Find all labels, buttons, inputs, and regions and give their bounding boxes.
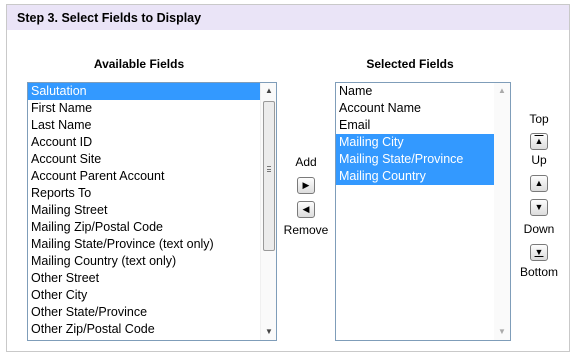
scroll-down-arrow-icon[interactable]: ▼ (494, 324, 510, 340)
available-fields-title: Available Fields (93, 57, 185, 71)
list-item[interactable]: Mailing Country (text only) (28, 253, 276, 270)
move-down-button[interactable]: ▼ (530, 199, 548, 216)
list-item[interactable]: Mailing Zip/Postal Code (28, 219, 276, 236)
available-fields-list[interactable]: Salutation First Name Last Name Account ID A… (27, 82, 277, 341)
list-item[interactable]: Mailing State/Province (336, 151, 510, 168)
arrow-down-icon: ▼ (534, 202, 544, 212)
list-item[interactable]: Other Zip/Postal Code (28, 321, 276, 338)
move-top-button[interactable]: ▲ (530, 133, 548, 150)
add-button[interactable]: ▶ (297, 177, 315, 194)
list-item[interactable]: Mailing Country (336, 168, 510, 185)
list-item[interactable]: Salutation (28, 83, 276, 100)
list-item[interactable]: Account Parent Account (28, 168, 276, 185)
list-item[interactable]: Mailing Street (28, 202, 276, 219)
list-item[interactable]: Account ID (28, 134, 276, 151)
list-item[interactable]: Other State/Province (28, 304, 276, 321)
move-bottom-icon: ▼ (534, 247, 544, 257)
list-item[interactable]: Mailing City (336, 134, 510, 151)
list-item[interactable]: First Name (28, 100, 276, 117)
down-label: Down (523, 222, 555, 236)
selected-fields-list[interactable]: Name Account Name Email Mailing City Mailing… (335, 82, 511, 341)
scroll-up-arrow-icon[interactable]: ▲ (494, 83, 510, 99)
list-item[interactable]: Last Name (28, 117, 276, 134)
list-item[interactable]: Reports To (28, 185, 276, 202)
list-item[interactable]: Account Site (28, 151, 276, 168)
field-selection-panel: Step 3. Select Fields to Display Availab… (6, 4, 570, 352)
list-item[interactable]: Account Name (336, 100, 510, 117)
scroll-thumb[interactable] (263, 101, 275, 251)
list-item[interactable]: Other City (28, 287, 276, 304)
arrow-right-icon: ▶ (302, 180, 310, 190)
move-bottom-button[interactable]: ▼ (530, 244, 548, 261)
top-label: Top (529, 112, 549, 126)
scroll-down-arrow-icon[interactable]: ▼ (261, 324, 276, 340)
list-item[interactable]: Name (336, 83, 510, 100)
selected-fields-title: Selected Fields (366, 57, 454, 71)
remove-label: Remove (283, 223, 329, 237)
move-up-button[interactable]: ▲ (530, 175, 548, 192)
arrow-left-icon: ◀ (302, 204, 310, 214)
list-item[interactable]: Email (336, 117, 510, 134)
selected-list-scrollbar[interactable]: ▲ ▼ (494, 83, 510, 340)
remove-button[interactable]: ◀ (297, 201, 315, 218)
list-item[interactable]: Other Street (28, 270, 276, 287)
list-item[interactable]: Mailing State/Province (text only) (28, 236, 276, 253)
move-top-icon: ▲ (534, 136, 544, 146)
arrow-up-icon: ▲ (534, 178, 544, 188)
add-label: Add (295, 155, 317, 169)
step-header: Step 3. Select Fields to Display (7, 5, 569, 31)
available-list-scrollbar[interactable]: ▲ ▼ (260, 83, 276, 340)
bottom-label: Bottom (519, 265, 558, 279)
up-label: Up (531, 153, 547, 167)
scroll-up-arrow-icon[interactable]: ▲ (261, 83, 276, 99)
